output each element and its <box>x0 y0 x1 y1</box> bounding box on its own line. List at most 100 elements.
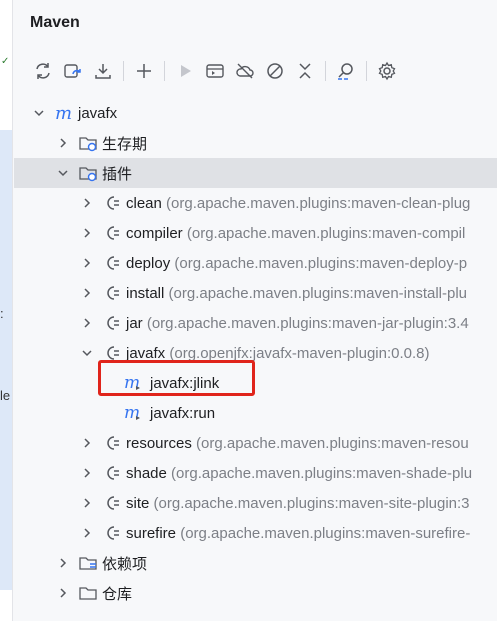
tree-node-plugin[interactable]: resources (org.apache.maven.plugins:mave… <box>14 428 497 458</box>
plugin-name: compiler <box>126 224 183 242</box>
maven-tool-window: Maven m javafx 生存期 插件 clean (org.apache.… <box>14 0 497 621</box>
offline-mode-button[interactable] <box>230 56 260 86</box>
plugin-coordinates: (org.apache.maven.plugins:maven-site-plu… <box>153 494 470 512</box>
tree-node-plugin[interactable]: shade (org.apache.maven.plugins:maven-sh… <box>14 458 497 488</box>
chevron-right-icon[interactable] <box>80 316 94 330</box>
download-button[interactable] <box>88 56 118 86</box>
tree-node-plugin[interactable]: site (org.apache.maven.plugins:maven-sit… <box>14 488 497 518</box>
reload-button[interactable] <box>28 56 58 86</box>
plugin-icon <box>102 433 122 453</box>
chevron-right-icon[interactable] <box>80 496 94 510</box>
tree-node-plugin[interactable]: jar (org.apache.maven.plugins:maven-jar-… <box>14 308 497 338</box>
tree-node-plugin[interactable]: clean (org.apache.maven.plugins:maven-cl… <box>14 188 497 218</box>
offline-icon <box>236 63 254 79</box>
maven-project-tree: m javafx 生存期 插件 clean (org.apache.maven.… <box>14 98 497 608</box>
plugin-icon <box>102 343 122 363</box>
chevron-right-icon[interactable] <box>80 526 94 540</box>
plugin-coordinates: (org.apache.maven.plugins:maven-surefire… <box>180 524 471 542</box>
check-mark-icon: ✓ <box>1 56 10 67</box>
tree-node-repositories[interactable]: 仓库 <box>14 578 497 608</box>
tree-node-dependencies[interactable]: 依赖项 <box>14 548 497 578</box>
add-button[interactable] <box>129 56 159 86</box>
reload-icon <box>36 63 50 79</box>
plugin-name: clean <box>126 194 162 212</box>
plugin-icon <box>102 193 122 213</box>
chevron-right-icon[interactable] <box>80 256 94 270</box>
plugin-coordinates: (org.apache.maven.plugins:maven-shade-pl… <box>171 464 473 482</box>
chevron-down-icon[interactable] <box>32 106 46 120</box>
download-icon <box>95 64 111 79</box>
tree-node-goal[interactable]: m javafx:jlink <box>14 368 497 398</box>
analyze-icon <box>338 63 353 80</box>
tree-node-plugin[interactable]: compiler (org.apache.maven.plugins:maven… <box>14 218 497 248</box>
run-icon <box>181 65 191 77</box>
execute-goal-icon <box>206 64 224 78</box>
plugin-icon <box>102 223 122 243</box>
tree-node-plugin[interactable]: deploy (org.apache.maven.plugins:maven-d… <box>14 248 497 278</box>
chevron-right-icon[interactable] <box>80 196 94 210</box>
folder-library-icon <box>78 553 98 573</box>
tree-node-label: 依赖项 <box>102 555 148 573</box>
toolbar-separator <box>366 61 367 81</box>
chevron-right-icon[interactable] <box>56 556 70 570</box>
plugin-icon <box>102 253 122 273</box>
skip-tests-button[interactable] <box>260 56 290 86</box>
tree-node-plugins[interactable]: 插件 <box>14 158 497 188</box>
svg-text:m: m <box>124 373 140 393</box>
plugin-name: resources <box>126 434 192 452</box>
maven-goal-icon: m <box>124 403 144 423</box>
chevron-right-icon[interactable] <box>80 226 94 240</box>
editor-text-fragment: le <box>0 388 11 403</box>
chevron-right-icon[interactable] <box>56 136 70 150</box>
toolbar-separator <box>164 61 165 81</box>
plugin-name: deploy <box>126 254 171 272</box>
maven-module-icon: m <box>54 103 74 123</box>
add-icon <box>137 64 151 78</box>
chevron-right-icon[interactable] <box>80 286 94 300</box>
plugin-name: site <box>126 494 150 512</box>
goal-label: javafx:run <box>150 404 216 422</box>
run-button[interactable] <box>170 56 200 86</box>
plugin-icon <box>102 523 122 543</box>
plugin-name: install <box>126 284 165 302</box>
tree-node-label: 仓库 <box>102 585 133 603</box>
chevron-down-icon[interactable] <box>80 346 94 360</box>
plugin-icon <box>102 283 122 303</box>
collapse-all-button[interactable] <box>290 56 320 86</box>
panel-title: Maven <box>30 14 80 31</box>
chevron-down-icon[interactable] <box>56 166 70 180</box>
analyze-dependencies-button[interactable] <box>331 56 361 86</box>
editor-selection <box>0 130 12 590</box>
plugin-icon <box>102 493 122 513</box>
toolbar-separator <box>123 61 124 81</box>
editor-text-fragment: : <box>0 306 4 321</box>
tree-node-plugin[interactable]: install (org.apache.maven.plugins:maven-… <box>14 278 497 308</box>
plugin-icon <box>102 313 122 333</box>
settings-icon <box>378 61 396 81</box>
reload-all-button[interactable] <box>58 56 88 86</box>
plugin-coordinates: (org.openjfx:javafx-maven-plugin:0.0.8) <box>169 344 430 362</box>
tree-node-goal[interactable]: m javafx:run <box>14 398 497 428</box>
collapse-icon <box>299 63 311 79</box>
tree-node-plugin[interactable]: javafx (org.openjfx:javafx-maven-plugin:… <box>14 338 497 368</box>
reload-all-icon <box>64 64 81 78</box>
tree-node-lifecycle[interactable]: 生存期 <box>14 128 497 158</box>
tree-node-label: 生存期 <box>102 135 148 153</box>
settings-button[interactable] <box>372 56 402 86</box>
plugin-name: jar <box>126 314 143 332</box>
tree-node-label: javafx <box>78 104 118 122</box>
tree-node-label: 插件 <box>102 165 133 183</box>
folder-gear-icon <box>78 133 98 153</box>
chevron-right-icon[interactable] <box>80 466 94 480</box>
svg-text:m: m <box>124 403 140 423</box>
tree-node-plugin[interactable]: surefire (org.apache.maven.plugins:maven… <box>14 518 497 548</box>
plugin-coordinates: (org.apache.maven.plugins:maven-deploy-p <box>174 254 468 272</box>
tree-node-project[interactable]: m javafx <box>14 98 497 128</box>
folder-gear-icon <box>78 163 98 183</box>
plugin-name: javafx <box>126 344 166 362</box>
chevron-right-icon[interactable] <box>80 436 94 450</box>
goal-label: javafx:jlink <box>150 374 220 392</box>
toolbar-separator <box>325 61 326 81</box>
chevron-right-icon[interactable] <box>56 586 70 600</box>
execute-goal-button[interactable] <box>200 56 230 86</box>
